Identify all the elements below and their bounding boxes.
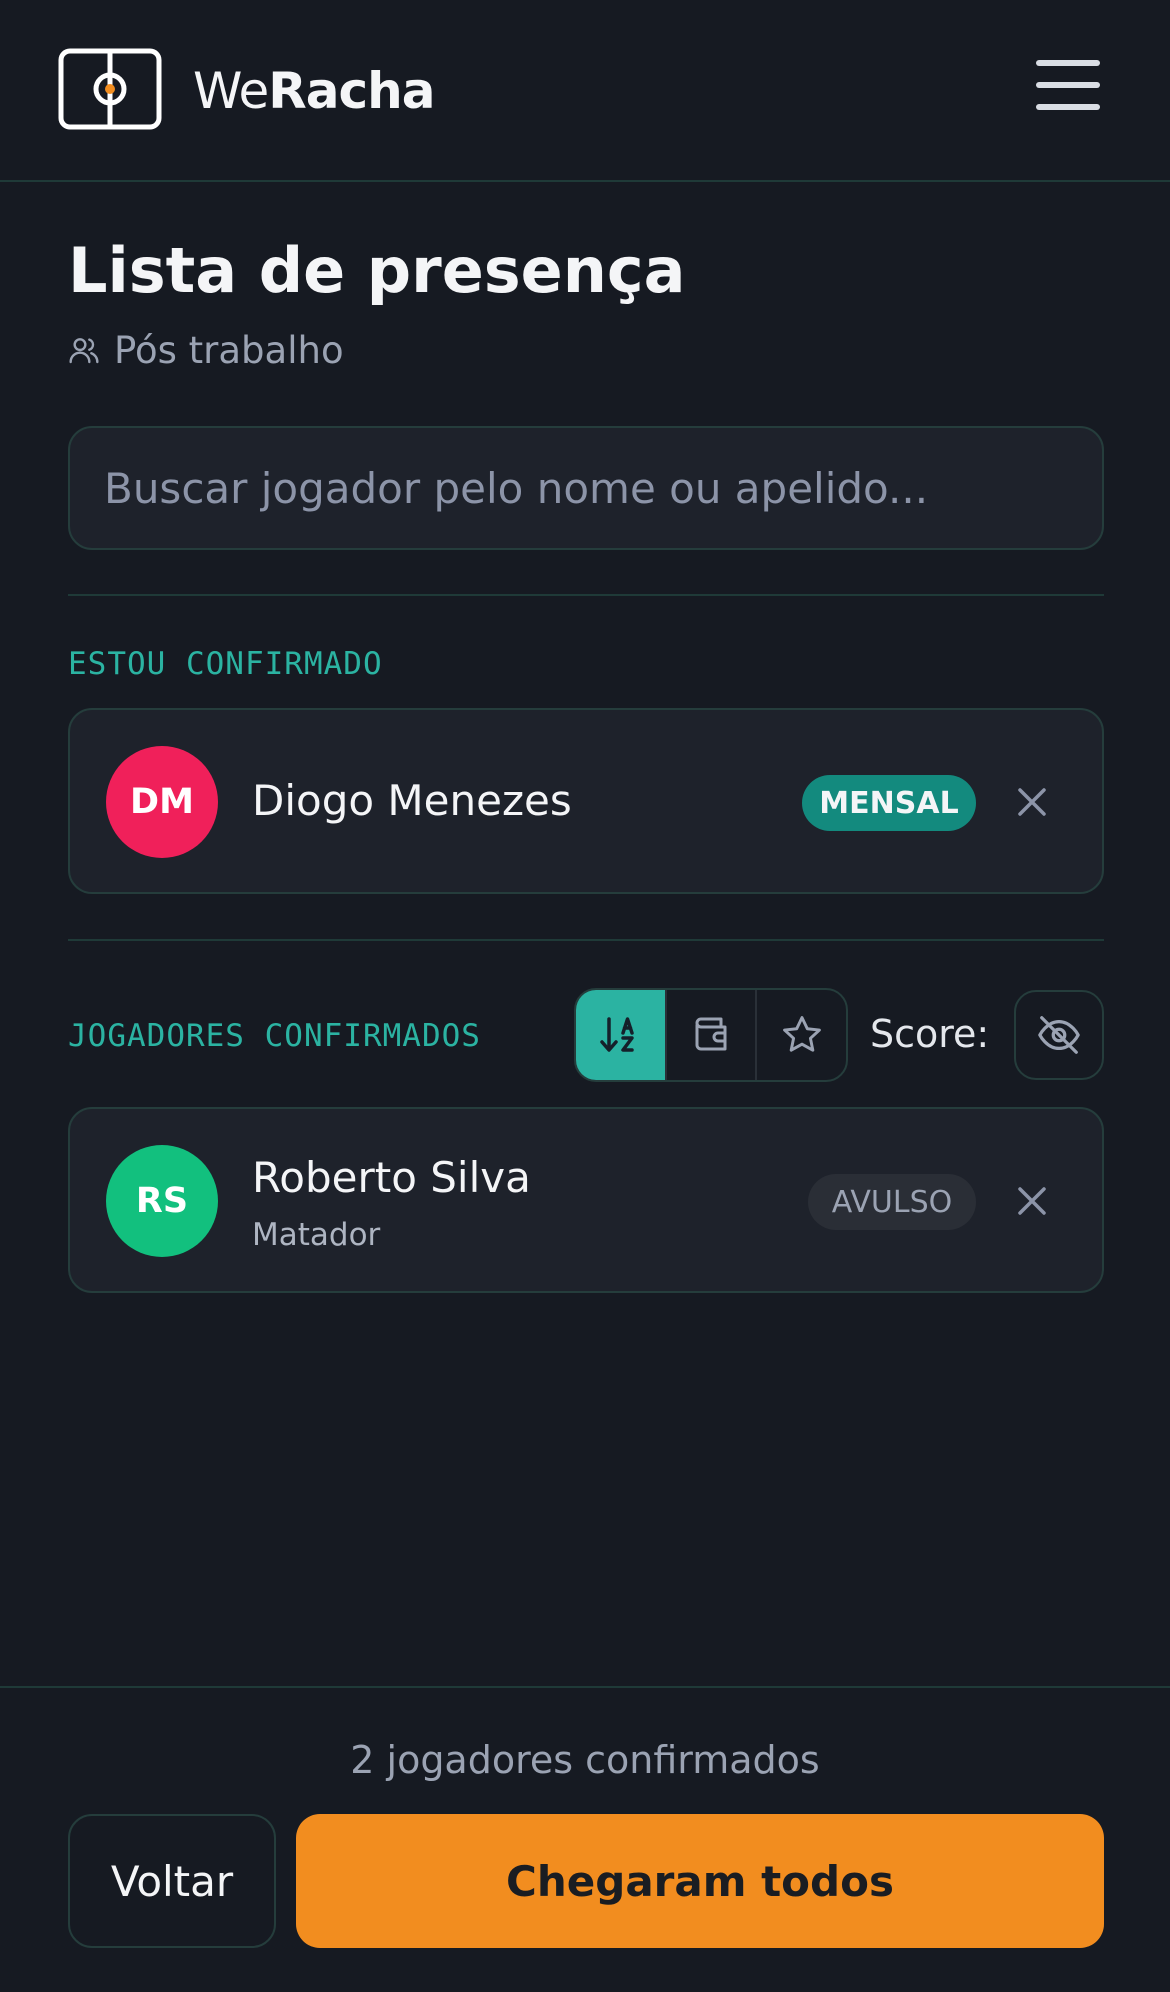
remove-button[interactable]	[1012, 782, 1052, 822]
player-nickname: Matador	[252, 1217, 381, 1253]
close-icon	[1018, 788, 1046, 816]
brand-name[interactable]: WeRacha	[193, 62, 436, 120]
hamburger-menu-icon[interactable]	[1036, 60, 1100, 120]
users-icon	[69, 338, 99, 364]
divider	[68, 594, 1104, 596]
confirmed-count: 2 jogadores confirmados	[350, 1738, 820, 1782]
brand-racha: Racha	[268, 62, 435, 120]
sort-payment-button[interactable]	[667, 990, 758, 1080]
sort-score-button[interactable]	[757, 990, 846, 1080]
sort-toggle-group	[574, 988, 848, 1082]
sort-alpha-icon	[600, 1017, 635, 1052]
my-player-card[interactable]: DM Diogo Menezes MENSAL	[68, 708, 1104, 894]
app-header: WeRacha	[0, 0, 1170, 182]
player-card[interactable]: RS Roberto Silva Matador AVULSO	[68, 1107, 1104, 1293]
brand-we: We	[193, 62, 269, 120]
divider	[68, 939, 1104, 941]
score-visibility-toggle[interactable]	[1014, 990, 1104, 1080]
status-badge: AVULSO	[808, 1174, 976, 1230]
star-icon	[782, 1016, 821, 1052]
page-title: Lista de presença	[68, 234, 686, 307]
all-arrived-button[interactable]: Chegaram todos	[296, 1814, 1104, 1948]
close-icon	[1018, 1187, 1046, 1215]
player-name: Roberto Silva	[252, 1153, 531, 1202]
field-logo-icon[interactable]	[58, 48, 162, 130]
avatar: RS	[106, 1145, 218, 1257]
avatar: DM	[106, 746, 218, 858]
eye-off-icon	[1038, 1016, 1080, 1054]
group-row: Pós trabalho	[68, 328, 344, 372]
sort-alpha-button[interactable]	[576, 990, 667, 1080]
wallet-icon	[695, 1017, 727, 1051]
remove-button[interactable]	[1012, 1181, 1052, 1221]
confirmed-players-label: JOGADORES CONFIRMADOS	[68, 1018, 481, 1054]
status-badge: MENSAL	[802, 775, 976, 831]
group-name: Pós trabalho	[114, 328, 344, 372]
score-label: Score:	[870, 1012, 990, 1056]
player-name: Diogo Menezes	[252, 776, 572, 825]
my-confirmation-label: ESTOU CONFIRMADO	[68, 646, 383, 682]
back-button[interactable]: Voltar	[68, 1814, 276, 1948]
footer-bar: 2 jogadores confirmados Voltar Chegaram …	[0, 1686, 1170, 1992]
search-input[interactable]: Buscar jogador pelo nome ou apelido...	[68, 426, 1104, 550]
